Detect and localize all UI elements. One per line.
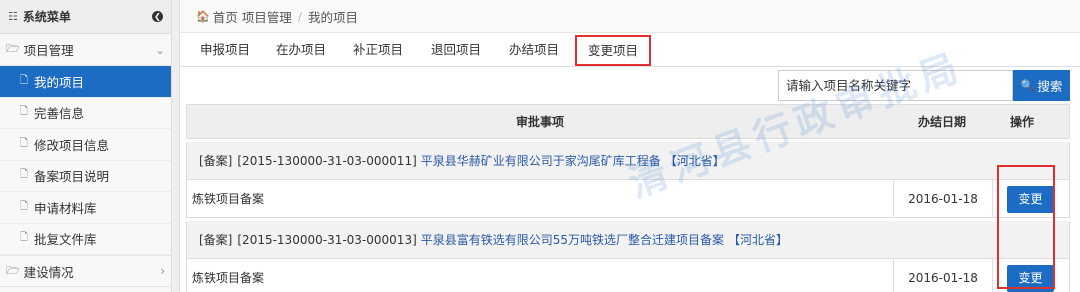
sidebar-item-approval-documents[interactable]: 🗋 批复文件库 [0, 224, 171, 255]
row-date: 2016-01-18 [893, 180, 993, 218]
project-type: [备案] [199, 233, 233, 247]
breadcrumb-current: 我的项目 [307, 9, 358, 25]
header-approval-item: 审批事项 [516, 115, 565, 129]
folder-open-icon: 🗁 [6, 263, 20, 277]
chevron-down-icon: ⌄ [154, 42, 165, 57]
sidebar-item-label: 备案项目说明 [34, 169, 110, 185]
project-name-link[interactable]: 平泉县华赫矿业有限公司于家沟尾矿库工程备 [421, 152, 661, 169]
sidebar-item-application-materials[interactable]: 🗋 申请材料库 [0, 192, 171, 224]
table-row: 炼铁项目备案 2016-01-18 变更 [186, 259, 1070, 292]
sidebar-title: 系统菜单 [22, 10, 71, 24]
file-icon: 🗋 [20, 169, 29, 181]
sidebar-group-construction[interactable]: 🗁 建设情况 › [0, 255, 171, 287]
search-button[interactable]: 🔍 搜索 [1013, 70, 1070, 101]
table-header: 审批事项 办结日期 操作 [186, 104, 1070, 139]
sidebar-group-project-management[interactable]: 🗁 项目管理 ⌄ [0, 34, 171, 66]
search-button-label: 搜索 [1037, 79, 1063, 94]
change-button[interactable]: 变更 [1007, 186, 1054, 213]
row-item-name: 炼铁项目备案 [192, 192, 265, 206]
breadcrumb: 🏠 首页 项目管理 / 我的项目 [181, 0, 1080, 33]
project-type: [备案] [199, 154, 233, 168]
sidebar-item-label: 完善信息 [34, 106, 85, 122]
chevron-right-icon: › [160, 264, 165, 278]
table-row: 炼铁项目备案 2016-01-18 变更 [186, 180, 1070, 218]
change-button[interactable]: 变更 [1007, 265, 1054, 292]
tab-in-progress-projects[interactable]: 在办项目 [271, 33, 331, 66]
sidebar-header: ☷ 系统菜单 ❮ [0, 0, 171, 34]
file-icon: 🗋 [20, 232, 29, 244]
header-completion-date: 办结日期 [918, 115, 967, 129]
tab-bar: 申报项目 在办项目 补正项目 退回项目 办结项目 变更项目 [181, 33, 1080, 67]
file-icon: 🗋 [20, 200, 29, 212]
breadcrumb-section[interactable]: 项目管理 [242, 7, 292, 26]
tab-returned-projects[interactable]: 退回项目 [426, 33, 486, 66]
project-province: 【河北省】 [664, 154, 725, 168]
project-group-header: [备案] [2015-130000-31-03-000011] 平泉县华赫矿业有… [186, 142, 1070, 180]
sidebar-item-label: 我的项目 [34, 74, 85, 90]
file-icon: 🗋 [20, 106, 29, 118]
main-content: 🏠 首页 项目管理 / 我的项目 申报项目 在办项目 补正项目 退回项目 办结项… [181, 0, 1080, 292]
breadcrumb-separator: / [297, 8, 302, 24]
sidebar: ☷ 系统菜单 ❮ 🗁 项目管理 ⌄ 🗋 我的项目 🗋 完善信息 🗋 修改项目信息… [0, 0, 172, 292]
search-icon: 🔍 [1020, 79, 1035, 92]
sidebar-group-label: 项目管理 [23, 43, 74, 58]
row-item-name: 炼铁项目备案 [192, 271, 265, 285]
sidebar-splitter[interactable] [172, 0, 180, 292]
breadcrumb-home[interactable]: 首页 [213, 7, 238, 26]
header-action: 操作 [1010, 115, 1035, 129]
row-date: 2016-01-18 [893, 259, 993, 292]
sidebar-item-label: 批复文件库 [34, 232, 97, 248]
project-code: [2015-130000-31-03-000013] [237, 232, 417, 247]
file-icon: 🗋 [20, 74, 29, 86]
tab-supplement-projects[interactable]: 补正项目 [348, 33, 408, 66]
sidebar-item-edit-project-info[interactable]: 🗋 修改项目信息 [0, 129, 171, 161]
tab-completed-projects[interactable]: 办结项目 [504, 33, 564, 66]
sidebar-item-complete-info[interactable]: 🗋 完善信息 [0, 98, 171, 129]
project-province: 【河北省】 [728, 233, 789, 247]
collapse-circle-icon[interactable]: ❮ [152, 11, 163, 22]
home-icon: 🏠 [196, 9, 210, 23]
file-icon: 🗋 [20, 137, 29, 149]
tab-submit-projects[interactable]: 申报项目 [195, 33, 255, 66]
project-table: 审批事项 办结日期 操作 [备案] [2015-130000-31-03-000… [186, 104, 1070, 292]
folder-open-icon: 🗁 [6, 42, 20, 55]
sidebar-group-label: 建设情况 [23, 264, 74, 280]
sidebar-item-label: 修改项目信息 [34, 137, 110, 153]
project-name-link[interactable]: 平泉县富有铁选有限公司55万吨铁选厂整合迁建项目备案 [421, 231, 724, 248]
sidebar-item-my-projects[interactable]: 🗋 我的项目 [0, 66, 171, 98]
search-input[interactable]: 请输入项目名称关键字 [778, 70, 1013, 101]
sidebar-item-filing-instructions[interactable]: 🗋 备案项目说明 [0, 161, 171, 192]
grid-icon: ☷ [8, 10, 18, 23]
project-group-header: [备案] [2015-130000-31-03-000013] 平泉县富有铁选有… [186, 221, 1070, 259]
sidebar-item-label: 申请材料库 [34, 200, 97, 216]
project-code: [2015-130000-31-03-000011] [237, 153, 417, 168]
tab-changed-projects[interactable]: 变更项目 [575, 35, 651, 66]
